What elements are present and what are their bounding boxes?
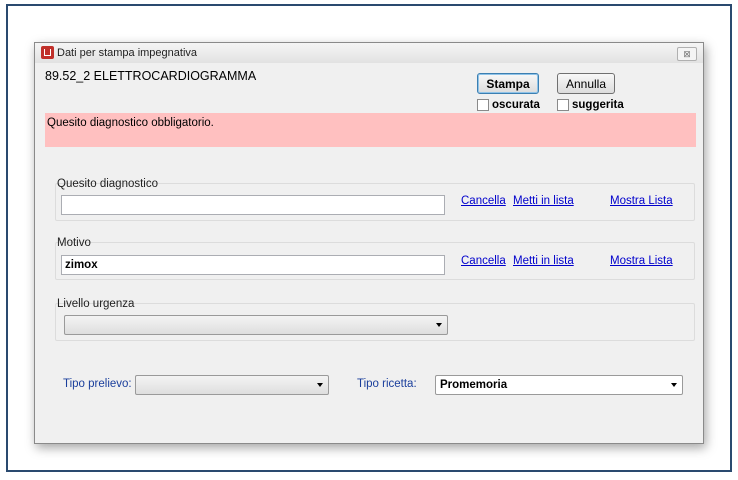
quesito-add-to-list-link[interactable]: Metti in lista — [513, 195, 574, 207]
urgenza-select[interactable] — [64, 315, 448, 335]
close-icon[interactable]: ⊠ — [677, 47, 697, 61]
error-message: Quesito diagnostico obbligatorio. — [47, 117, 214, 129]
title-bar[interactable]: Dati per stampa impegnativa ⊠ — [35, 43, 703, 63]
ricetta-select-value: Promemoria — [440, 379, 508, 391]
motivo-add-to-list-link[interactable]: Metti in lista — [513, 255, 574, 267]
urgenza-label: Livello urgenza — [57, 298, 135, 310]
chevron-down-icon — [436, 323, 442, 327]
motivo-input[interactable]: zimox — [61, 255, 445, 275]
motivo-label: Motivo — [57, 237, 91, 249]
ricetta-select[interactable]: Promemoria — [435, 375, 683, 395]
app-icon — [41, 46, 54, 59]
obscured-checkbox-box[interactable] — [477, 99, 489, 111]
suggested-checkbox-label: suggerita — [572, 99, 624, 111]
suggested-checkbox-box[interactable] — [557, 99, 569, 111]
error-banner: Quesito diagnostico obbligatorio. — [45, 113, 696, 147]
motivo-show-list-link[interactable]: Mostra Lista — [610, 255, 673, 267]
exam-title: 89.52_2 ELETTROCARDIOGRAMMA — [45, 69, 257, 83]
ricetta-label: Tipo ricetta: — [357, 378, 417, 390]
quesito-show-list-link[interactable]: Mostra Lista — [610, 195, 673, 207]
chevron-down-icon — [317, 383, 323, 387]
quesito-cancel-link[interactable]: Cancella — [461, 195, 506, 207]
chevron-down-icon — [671, 383, 677, 387]
quesito-label: Quesito diagnostico — [57, 178, 159, 190]
prelievo-select[interactable] — [135, 375, 329, 395]
window-title: Dati per stampa impegnativa — [57, 47, 198, 59]
obscured-checkbox[interactable]: oscurata — [477, 99, 540, 111]
print-dialog: Dati per stampa impegnativa ⊠ 89.52_2 EL… — [34, 42, 704, 444]
prelievo-label: Tipo prelievo: — [63, 378, 132, 390]
suggested-checkbox[interactable]: suggerita — [557, 99, 624, 111]
obscured-checkbox-label: oscurata — [492, 99, 540, 111]
quesito-input[interactable] — [61, 195, 445, 215]
print-button[interactable]: Stampa — [477, 73, 539, 94]
motivo-cancel-link[interactable]: Cancella — [461, 255, 506, 267]
cancel-button[interactable]: Annulla — [557, 73, 615, 94]
